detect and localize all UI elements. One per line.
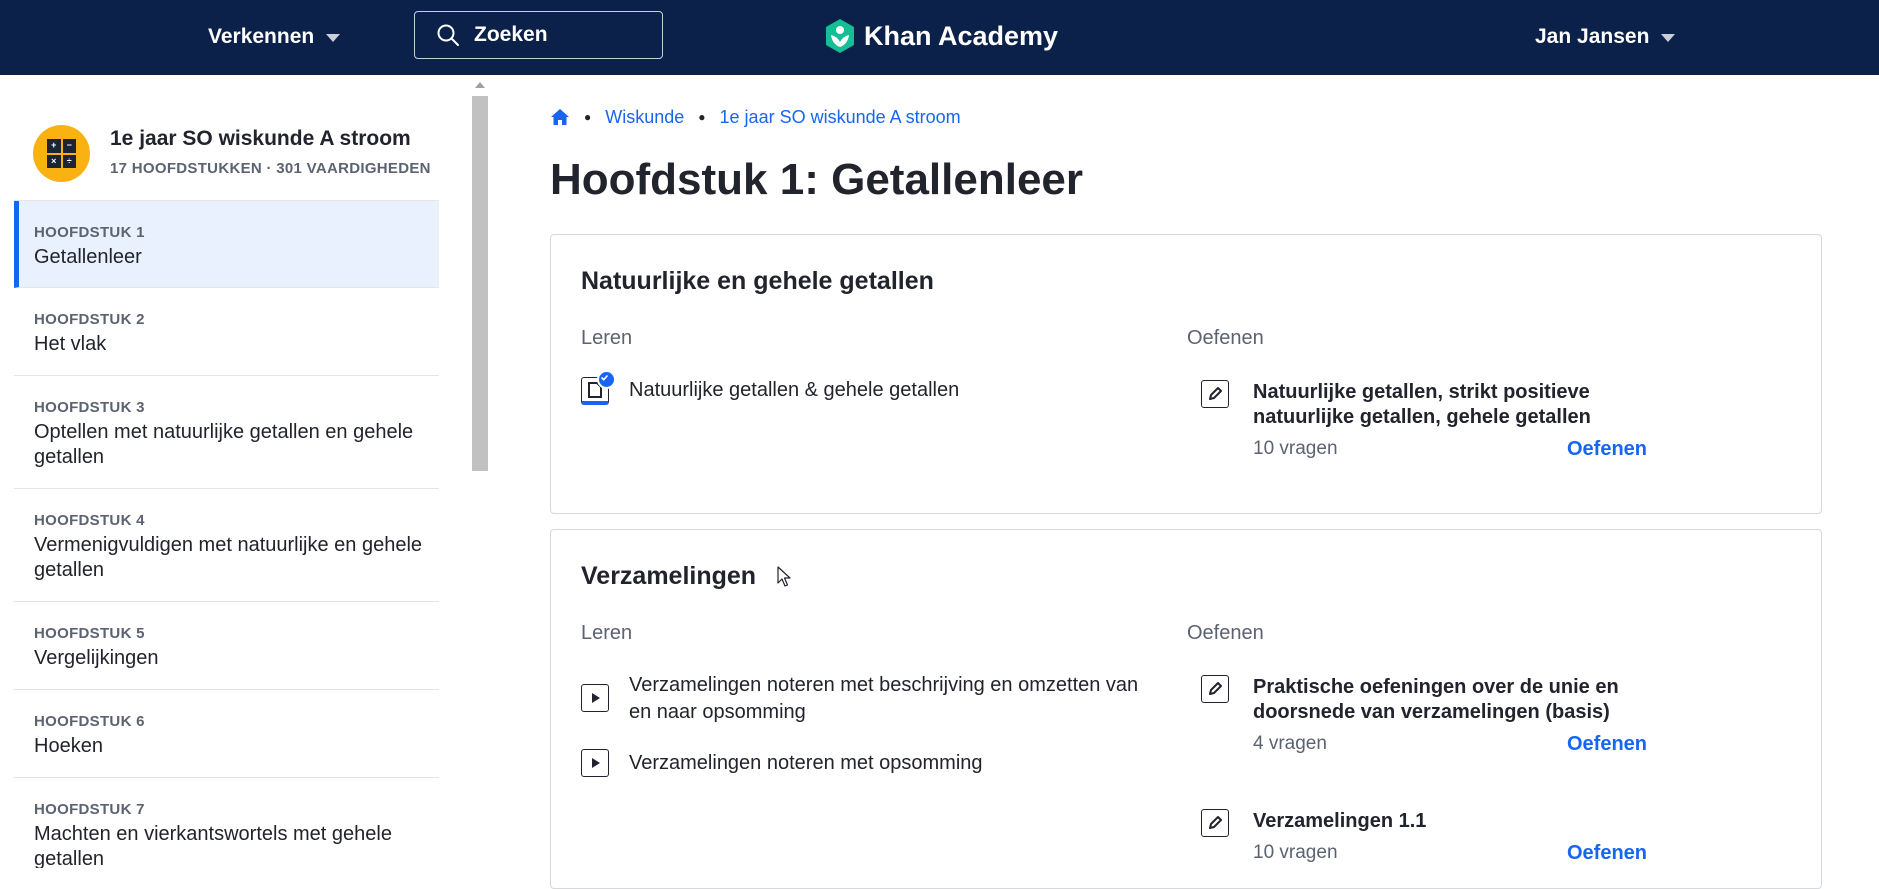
course-sidebar: + − × ÷ 1e jaar SO wiskunde A stroom 17 HOO… — [0, 75, 440, 868]
unit-label: HOOFDSTUK 2 — [34, 311, 145, 328]
practice-question-count: 10 vragen — [1253, 438, 1338, 459]
lesson-title[interactable]: Verzamelingen — [581, 562, 756, 591]
unit-title: Vergelijkingen — [34, 647, 159, 669]
unit-title: Optellen met natuurlijke getallen en geh… — [34, 421, 414, 468]
top-navigation-bar: Verkennen Khan Academy Jan Jansen — [0, 0, 1879, 75]
sidebar-unit-4[interactable]: HOOFDSTUK 4 Vermenigvuldigen met natuurl… — [14, 489, 439, 602]
video-play-icon — [581, 684, 609, 712]
unit-title: Machten en vierkantswortels met gehele g… — [34, 823, 392, 868]
practice-title[interactable]: Praktische oefeningen over de unie en do… — [1253, 675, 1673, 725]
scrollbar-thumb[interactable] — [472, 96, 488, 471]
search-icon — [437, 24, 459, 46]
khan-academy-logo-icon — [826, 19, 854, 53]
practice-title[interactable]: Natuurlijke getallen, strikt positieve n… — [1253, 380, 1673, 430]
explore-menu-button[interactable]: Verkennen — [208, 22, 341, 52]
practice-item: Praktische oefeningen over de unie en do… — [1201, 675, 1651, 765]
unit-label: HOOFDSTUK 1 — [34, 224, 145, 241]
learn-item-label: Natuurlijke getallen & gehele getallen — [629, 379, 960, 401]
practice-header: Oefenen — [1187, 327, 1264, 349]
learn-item-article[interactable]: Natuurlijke getallen & gehele getallen — [581, 370, 1149, 405]
course-meta: 17 HOOFDSTUKKEN · 301 VAARDIGHEDEN — [110, 160, 431, 177]
pencil-icon — [1201, 675, 1229, 703]
page-title: Hoofdstuk 1: Getallenleer — [550, 155, 1084, 204]
practice-button[interactable]: Oefenen — [1567, 842, 1647, 865]
breadcrumb-link-course[interactable]: 1e jaar SO wiskunde A stroom — [720, 107, 961, 128]
explore-label: Verkennen — [208, 25, 315, 48]
sidebar-scrollbar[interactable] — [472, 80, 488, 868]
course-calculator-icon: + − × ÷ — [33, 125, 90, 182]
article-icon — [581, 370, 616, 405]
lesson-card-natuurlijke-getallen: Natuurlijke en gehele getallen Leren Oef… — [550, 234, 1822, 514]
chevron-down-icon — [1661, 34, 1676, 42]
mouse-pointer-icon — [777, 566, 791, 587]
sidebar-unit-7[interactable]: HOOFDSTUK 7 Machten en vierkantswortels … — [14, 778, 439, 868]
unit-label: HOOFDSTUK 7 — [34, 801, 145, 818]
unit-label: HOOFDSTUK 5 — [34, 625, 145, 642]
learn-item-video[interactable]: Verzamelingen noteren met opsomming — [581, 749, 1149, 777]
video-play-icon — [581, 749, 609, 777]
checkmark-icon — [597, 370, 616, 389]
breadcrumb-separator: ● — [584, 110, 592, 124]
breadcrumb: ● Wiskunde ● 1e jaar SO wiskunde A stroo… — [550, 104, 961, 130]
practice-item: Verzamelingen 1.1 10 vragen Oefenen — [1201, 809, 1651, 879]
sidebar-unit-1[interactable]: HOOFDSTUK 1 Getallenleer — [14, 201, 439, 288]
unit-title: Vermenigvuldigen met natuurlijke en gehe… — [34, 534, 423, 581]
lesson-card-verzamelingen: Verzamelingen Leren Oefenen Verzamelinge… — [550, 529, 1822, 889]
learn-item-label: Verzamelingen noteren met beschrijving e… — [629, 674, 1139, 723]
pencil-icon — [1201, 809, 1229, 837]
practice-button[interactable]: Oefenen — [1567, 733, 1647, 756]
course-title: 1e jaar SO wiskunde A stroom — [110, 127, 411, 150]
practice-question-count: 10 vragen — [1253, 842, 1338, 863]
user-menu-button[interactable]: Jan Jansen — [1535, 22, 1676, 52]
search-input[interactable] — [472, 22, 656, 48]
chevron-down-icon — [326, 34, 341, 42]
pencil-icon — [1201, 380, 1229, 408]
unit-title: Het vlak — [34, 333, 107, 355]
learn-header: Leren — [581, 622, 633, 644]
sidebar-unit-2[interactable]: HOOFDSTUK 2 Het vlak — [14, 288, 439, 376]
user-name: Jan Jansen — [1535, 25, 1650, 48]
practice-title[interactable]: Verzamelingen 1.1 — [1253, 809, 1673, 834]
lesson-title[interactable]: Natuurlijke en gehele getallen — [581, 267, 934, 296]
sidebar-unit-6[interactable]: HOOFDSTUK 6 Hoeken — [14, 690, 439, 778]
logo-text: Khan Academy — [864, 20, 1059, 51]
scroll-up-arrow-icon[interactable] — [475, 82, 485, 88]
course-header[interactable]: + − × ÷ 1e jaar SO wiskunde A stroom 17 HOO… — [14, 75, 439, 201]
learn-header: Leren — [581, 327, 633, 349]
sidebar-unit-3[interactable]: HOOFDSTUK 3 Optellen met natuurlijke get… — [14, 376, 439, 489]
unit-label: HOOFDSTUK 4 — [34, 512, 145, 529]
search-box[interactable] — [414, 11, 663, 59]
unit-label: HOOFDSTUK 6 — [34, 713, 145, 730]
practice-button[interactable]: Oefenen — [1567, 438, 1647, 461]
khan-academy-logo[interactable]: Khan Academy — [824, 17, 1058, 55]
practice-header: Oefenen — [1187, 622, 1264, 644]
home-icon[interactable] — [550, 107, 570, 127]
unit-title: Hoeken — [34, 735, 103, 757]
unit-label: HOOFDSTUK 3 — [34, 399, 145, 416]
practice-item: Natuurlijke getallen, strikt positieve n… — [1201, 380, 1651, 470]
practice-question-count: 4 vragen — [1253, 733, 1327, 754]
sidebar-unit-5[interactable]: HOOFDSTUK 5 Vergelijkingen — [14, 602, 439, 690]
breadcrumb-link-wiskunde[interactable]: Wiskunde — [605, 107, 684, 128]
unit-title: Getallenleer — [34, 246, 142, 268]
learn-item-video[interactable]: Verzamelingen noteren met beschrijving e… — [581, 672, 1149, 726]
learn-item-label: Verzamelingen noteren met opsomming — [629, 752, 983, 774]
breadcrumb-separator: ● — [698, 110, 706, 124]
